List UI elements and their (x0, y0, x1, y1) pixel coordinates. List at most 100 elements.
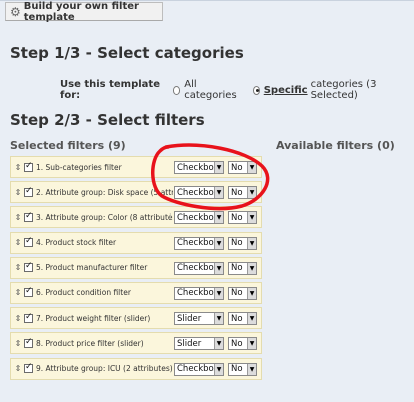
filter-name: 6. Product condition filter (36, 288, 131, 298)
drag-handle-icon[interactable]: ⇕ (13, 314, 23, 323)
chevron-down-icon[interactable]: ▼ (247, 338, 256, 350)
filter-row: ⇕ 8. Product price filter (slider) Slide… (10, 332, 262, 355)
filter-row: ⇕ 1. Sub-categories filter Checkbox ▼ No… (10, 156, 262, 178)
filter-yn-select[interactable]: No ▼ (228, 186, 257, 200)
filter-type-value: Slider (177, 338, 202, 349)
chevron-down-icon[interactable]: ▼ (214, 313, 223, 325)
filter-yn-select[interactable]: No ▼ (228, 337, 257, 351)
chevron-down-icon[interactable]: ▼ (247, 237, 256, 249)
filter-yn-select[interactable]: No ▼ (228, 362, 257, 376)
filter-row: ⇕ 7. Product weight filter (slider) Slid… (10, 307, 262, 330)
chevron-down-icon[interactable]: ▼ (214, 287, 223, 299)
all-categories-label: All categories (184, 79, 237, 101)
filter-checkbox[interactable] (24, 261, 33, 273)
drag-handle-icon[interactable]: ⇕ (13, 238, 23, 247)
filter-yn-select[interactable]: No ▼ (228, 211, 257, 225)
filter-type-select[interactable]: Checkbox ▼ (174, 286, 224, 300)
step2-title: Step 2/3 - Select filters (10, 111, 205, 129)
chevron-down-icon[interactable]: ▼ (214, 363, 223, 375)
filter-checkbox[interactable] (24, 236, 33, 248)
filter-checkbox[interactable] (24, 211, 33, 222)
filter-yn-value: No (231, 288, 243, 299)
chevron-down-icon[interactable]: ▼ (214, 262, 223, 274)
filter-type-value: Checkbox (177, 187, 214, 198)
drag-handle-icon[interactable]: ⇕ (13, 364, 23, 373)
filter-yn-value: No (231, 263, 243, 274)
filter-type-value: Checkbox (177, 162, 214, 173)
chevron-down-icon[interactable]: ▼ (247, 313, 256, 325)
step1-title: Step 1/3 - Select categories (10, 44, 244, 62)
filter-checkbox[interactable] (24, 312, 33, 323)
filter-yn-select[interactable]: No ▼ (228, 261, 257, 275)
all-categories-radio[interactable] (172, 85, 181, 95)
chevron-down-icon[interactable]: ▼ (247, 162, 256, 173)
filter-type-select[interactable]: Checkbox ▼ (174, 261, 224, 275)
filter-name: 2. Attribute group: Disk space (5 attrib… (36, 187, 173, 197)
category-scope-row: Use this template for: All categories Sp… (60, 79, 410, 101)
filter-yn-value: No (231, 338, 243, 349)
filter-name: 1. Sub-categories filter (36, 162, 122, 172)
chevron-down-icon[interactable]: ▼ (214, 338, 223, 350)
filter-checkbox[interactable] (24, 186, 33, 197)
filter-row: ⇕ 2. Attribute group: Disk space (5 attr… (10, 181, 262, 204)
drag-handle-icon[interactable]: ⇕ (13, 339, 23, 348)
drag-handle-icon[interactable]: ⇕ (13, 213, 23, 222)
specific-categories-radio[interactable] (252, 85, 260, 95)
filter-type-select[interactable]: Checkbox ▼ (174, 362, 224, 376)
drag-handle-icon[interactable]: ⇕ (13, 188, 23, 197)
filter-yn-value: No (231, 313, 243, 324)
filter-checkbox[interactable] (24, 286, 33, 298)
filter-yn-value: No (231, 238, 243, 249)
chevron-down-icon[interactable]: ▼ (214, 237, 223, 249)
drag-handle-icon[interactable]: ⇕ (13, 163, 23, 172)
filter-yn-value: No (231, 364, 243, 374)
filter-row: ⇕ 9. Attribute group: ICU (2 attributes)… (10, 357, 262, 380)
filter-name: 4. Product stock filter (36, 238, 117, 248)
filter-name: 9. Attribute group: ICU (2 attributes)) (36, 364, 173, 373)
filter-yn-select[interactable]: No ▼ (228, 286, 257, 300)
filter-type-select[interactable]: Checkbox ▼ (174, 236, 224, 250)
info-icon: ⁝ (169, 212, 172, 222)
chevron-down-icon[interactable]: ▼ (247, 287, 256, 299)
chevron-down-icon[interactable]: ▼ (247, 187, 256, 199)
chevron-down-icon[interactable]: ▼ (247, 262, 256, 274)
filter-yn-value: No (231, 187, 243, 198)
filter-yn-select[interactable]: No ▼ (228, 236, 257, 250)
filter-checkbox[interactable] (24, 337, 33, 348)
filter-row: ⇕ 6. Product condition filter Checkbox ▼… (10, 281, 262, 304)
filter-type-value: Checkbox (177, 238, 214, 249)
specific-link[interactable]: Specific (264, 85, 308, 96)
drag-handle-icon[interactable]: ⇕ (13, 263, 23, 272)
filter-yn-select[interactable]: No ▼ (228, 312, 257, 326)
filter-checkbox[interactable] (24, 161, 33, 172)
filter-type-select[interactable]: Slider ▼ (174, 312, 224, 326)
filter-type-value: Slider (177, 313, 202, 324)
filter-type-value: Checkbox (177, 212, 214, 223)
chevron-down-icon[interactable]: ▼ (214, 162, 223, 173)
filter-yn-select[interactable]: No ▼ (228, 161, 257, 174)
gear-icon: ⚙ (10, 4, 21, 19)
filter-name: 3. Attribute group: Color (8 attributes)… (36, 212, 173, 222)
filter-type-select[interactable]: Checkbox ▼ (174, 161, 224, 174)
filter-type-select[interactable]: Checkbox ▼ (174, 186, 224, 200)
chevron-down-icon[interactable]: ▼ (214, 212, 223, 224)
filter-type-select[interactable]: Slider ▼ (174, 337, 224, 351)
filter-yn-value: No (231, 212, 243, 223)
filter-checkbox[interactable] (24, 362, 33, 373)
chevron-down-icon[interactable]: ▼ (214, 187, 223, 199)
filter-name: 5. Product manufacturer filter (36, 263, 148, 273)
filter-type-value: Checkbox (177, 364, 214, 374)
filter-type-select[interactable]: Checkbox ▼ (174, 211, 224, 225)
chevron-down-icon[interactable]: ▼ (247, 363, 256, 375)
filter-type-value: Checkbox (177, 288, 214, 299)
filter-row: ⇕ 5. Product manufacturer filter Checkbo… (10, 256, 262, 279)
panel-legend: ⚙ Build your own filter template (5, 1, 163, 23)
specific-categories-label: categories (3 Selected) (310, 79, 377, 101)
filter-name: 8. Product price filter (slider) (36, 338, 144, 348)
drag-handle-icon[interactable]: ⇕ (13, 288, 23, 297)
chevron-down-icon[interactable]: ▼ (247, 212, 256, 224)
filter-name: 7. Product weight filter (slider) (36, 313, 151, 323)
filter-yn-value: No (231, 162, 243, 173)
specific-categories-option[interactable]: Specific categories (3 Selected) (252, 79, 396, 101)
all-categories-option[interactable]: All categories (172, 79, 239, 101)
